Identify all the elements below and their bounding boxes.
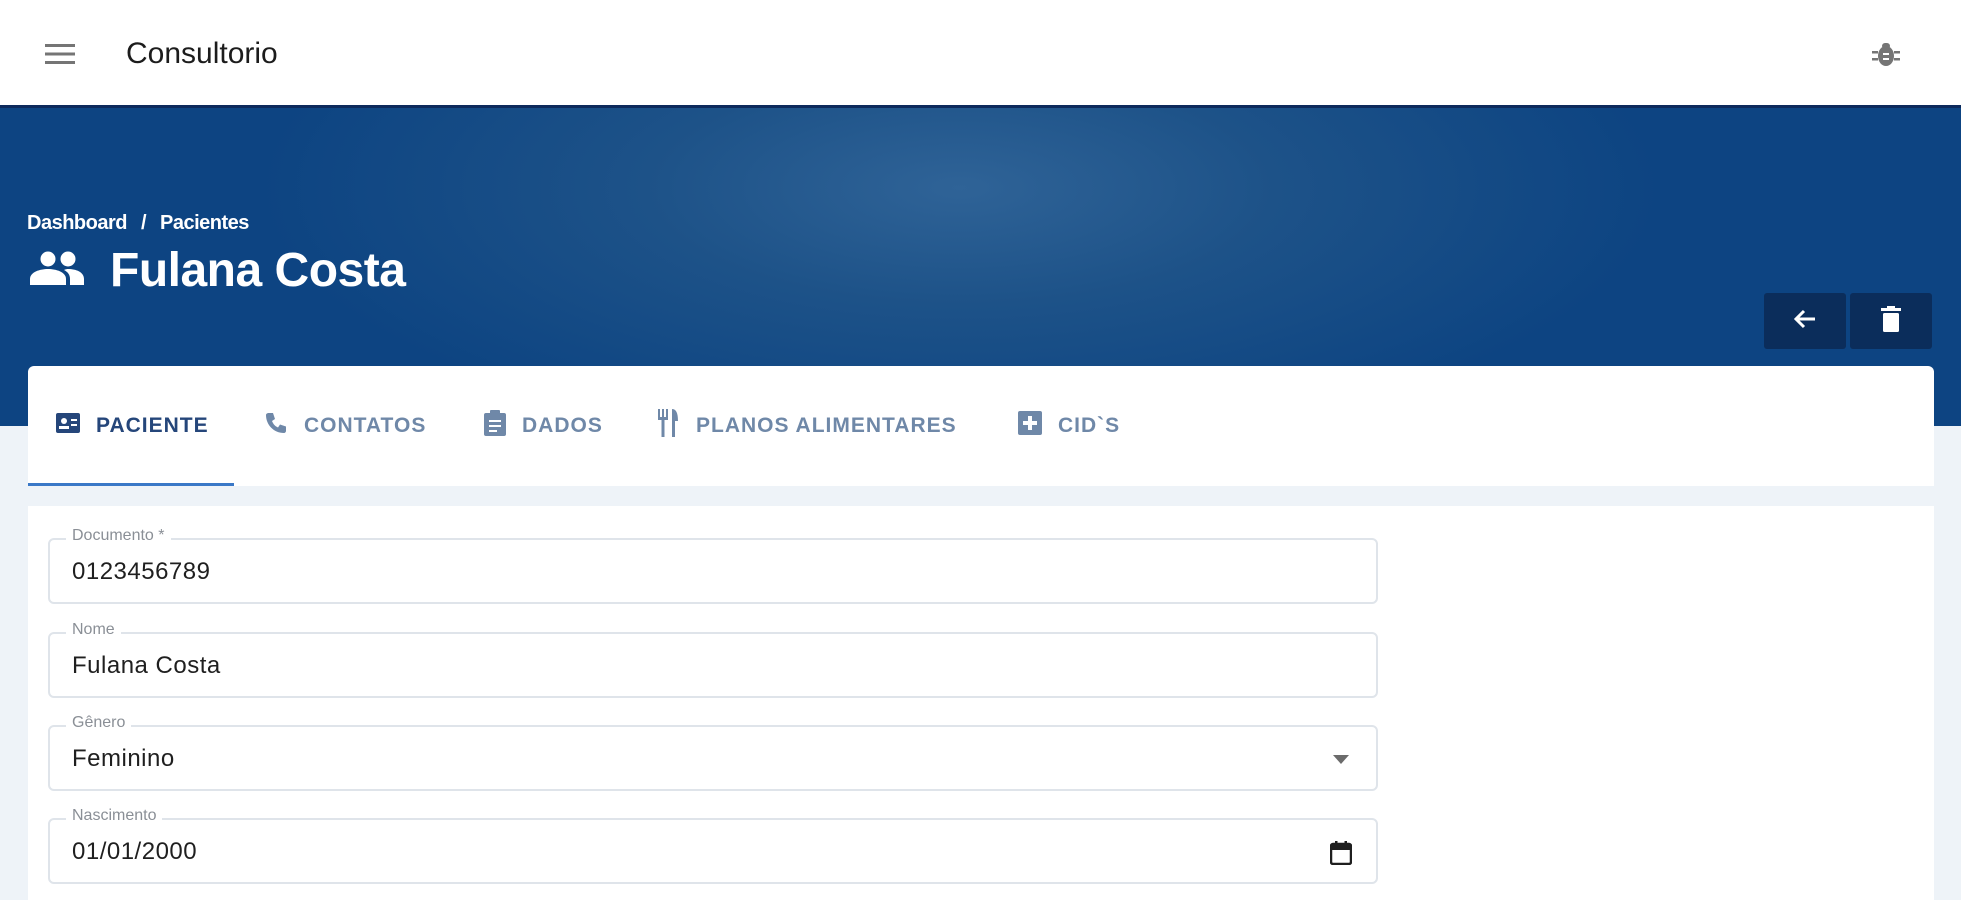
tab-planos-alimentares[interactable]: PLANOS ALIMENTARES	[656, 366, 957, 486]
breadcrumb-separator: /	[140, 212, 147, 234]
nascimento-field: Nascimento	[48, 807, 1378, 884]
page-heading: Fulana Costa	[30, 243, 406, 297]
hamburger-menu-icon[interactable]	[42, 36, 78, 72]
genero-select[interactable]	[72, 743, 1272, 775]
tab-contatos[interactable]: CONTATOS	[264, 366, 426, 486]
id-card-icon	[56, 413, 80, 439]
tab-paciente[interactable]: PACIENTE	[56, 366, 209, 486]
documento-label: Documento *	[66, 527, 171, 545]
delete-button[interactable]	[1850, 293, 1932, 349]
phone-icon	[264, 411, 288, 441]
tab-dados[interactable]: DADOS	[484, 366, 603, 486]
app-title: Consultorio	[126, 37, 278, 70]
back-button[interactable]	[1764, 293, 1846, 349]
nome-input[interactable]	[72, 650, 1272, 682]
breadcrumb-item-dashboard[interactable]: Dashboard	[27, 212, 127, 235]
clipboard-icon	[484, 410, 506, 442]
trash-icon	[1881, 305, 1901, 337]
bug-icon[interactable]	[1868, 36, 1904, 72]
page-title: Fulana Costa	[110, 243, 406, 297]
chevron-down-icon[interactable]	[1328, 747, 1354, 773]
tab-label: PLANOS ALIMENTARES	[696, 414, 957, 437]
tab-label: CID`S	[1058, 414, 1121, 437]
nome-field: Nome	[48, 621, 1378, 698]
calendar-icon[interactable]	[1328, 840, 1354, 866]
people-icon	[30, 251, 84, 290]
medical-box-icon	[1018, 411, 1042, 441]
nascimento-label: Nascimento	[66, 807, 163, 825]
tab-bar: PACIENTE CONTATOS DADOS PLANOS ALIMENTAR…	[28, 366, 1934, 486]
tab-label: DADOS	[522, 414, 603, 437]
arrow-left-icon	[1793, 309, 1817, 334]
genero-label: Gênero	[66, 714, 132, 732]
tab-label: PACIENTE	[96, 414, 209, 437]
fork-knife-icon	[656, 409, 680, 443]
tab-label: CONTATOS	[304, 414, 427, 437]
active-tab-indicator	[28, 483, 234, 486]
breadcrumb: Dashboard / Pacientes	[27, 212, 249, 235]
header-actions	[1764, 293, 1932, 349]
documento-field: Documento *	[48, 527, 1378, 604]
documento-input[interactable]	[72, 556, 1272, 588]
top-app-bar: Consultorio	[0, 0, 1961, 108]
genero-field[interactable]: Gênero	[48, 714, 1378, 791]
nascimento-input[interactable]	[72, 836, 1272, 868]
nome-label: Nome	[66, 621, 121, 639]
tab-cids[interactable]: CID`S	[1018, 366, 1120, 486]
breadcrumb-item-pacientes[interactable]: Pacientes	[160, 212, 249, 235]
patient-form: Documento * Nome Gênero Nascimento	[28, 506, 1934, 900]
